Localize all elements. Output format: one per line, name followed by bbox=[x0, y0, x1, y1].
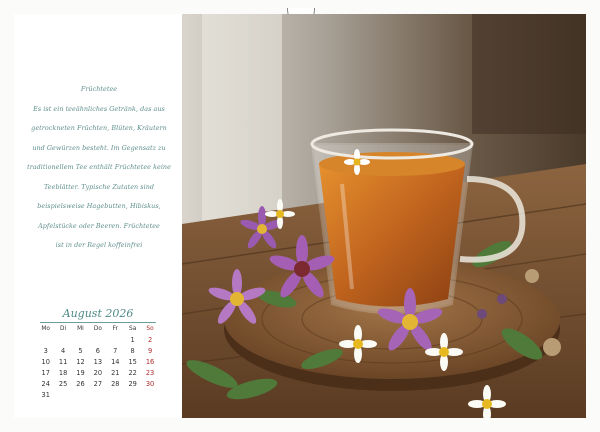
calendar-day: 25 bbox=[58, 380, 68, 388]
description-line: ist in der Regel koffeinfrei bbox=[55, 241, 143, 249]
calendar-day-sunday: 30 bbox=[145, 380, 155, 388]
calendar-week: 10 11 12 13 14 15 16 bbox=[37, 357, 159, 368]
description-title: Früchtetee bbox=[80, 85, 118, 93]
tea-photo-illustration bbox=[182, 14, 586, 418]
calendar-day: 31 bbox=[41, 391, 50, 399]
description-line: und Gewürzen besteht. Im Gegensatz zu bbox=[32, 143, 166, 152]
tea-photo bbox=[182, 14, 586, 418]
calendar-day bbox=[89, 390, 106, 401]
calendar-day: 6 bbox=[95, 347, 100, 355]
calendar-day bbox=[54, 335, 71, 346]
calendar-page: Früchtetee Es ist ein teeähnliches Geträ… bbox=[0, 0, 600, 432]
calendar-day: 14 bbox=[111, 358, 120, 366]
weekday-label: Do bbox=[93, 326, 102, 332]
calendar-week: 1 2 bbox=[37, 335, 159, 346]
calendar-day: 26 bbox=[76, 380, 85, 388]
description-text: Früchtetee Es ist ein teeähnliches Geträ… bbox=[24, 80, 174, 256]
description-line: traditionellem Tee enthält Früchtetee ke… bbox=[27, 163, 171, 171]
description-line: beispielsweise Hagebutten, Hibiskus, bbox=[37, 202, 161, 210]
calendar-day: 17 bbox=[41, 369, 50, 377]
calendar-month-title: August 2026 bbox=[62, 307, 134, 320]
calendar-day: 13 bbox=[93, 358, 103, 366]
calendar-day: 3 bbox=[43, 347, 48, 355]
description-line: getrockneten Früchten, Blüten, Kräutern bbox=[31, 124, 167, 132]
weekday-label: Fr bbox=[112, 326, 118, 332]
calendar-day: 8 bbox=[130, 347, 135, 355]
calendar-divider bbox=[40, 322, 156, 323]
weekday-label: Mo bbox=[41, 326, 50, 332]
calendar-grid: Mo Di Mi Do Fr Sa So 1 2 3 4 5 6 7 8 9 1… bbox=[37, 324, 159, 401]
calendar-day-sunday: 9 bbox=[147, 347, 153, 355]
calendar-day: 29 bbox=[128, 380, 137, 388]
calendar-day: 12 bbox=[76, 358, 85, 366]
calendar-day: 19 bbox=[76, 369, 85, 377]
calendar-day bbox=[37, 335, 54, 346]
calendar-day: 11 bbox=[58, 358, 68, 366]
calendar-day: 1 bbox=[130, 336, 135, 344]
calendar-week: 31 bbox=[37, 390, 159, 401]
calendar-day: 5 bbox=[78, 347, 83, 355]
calendar-day bbox=[124, 390, 141, 401]
calendar-week: 17 18 19 20 21 22 23 bbox=[37, 368, 159, 379]
calendar-day-sunday: 16 bbox=[145, 358, 155, 366]
calendar-day bbox=[72, 390, 89, 401]
calendar-day: 28 bbox=[111, 380, 120, 388]
calendar-day: 24 bbox=[41, 380, 50, 388]
calendar-day: 27 bbox=[93, 380, 103, 388]
calendar-day: 15 bbox=[128, 358, 137, 366]
calendar-day: 22 bbox=[128, 369, 137, 377]
calendar-day: 4 bbox=[60, 347, 66, 355]
calendar-day: 10 bbox=[41, 358, 50, 366]
calendar-week: 3 4 5 6 7 8 9 bbox=[37, 346, 159, 357]
weekday-label-sunday: So bbox=[146, 326, 154, 332]
calendar-day bbox=[107, 390, 124, 401]
calendar-day bbox=[72, 335, 89, 346]
calendar-day-sunday: 23 bbox=[145, 369, 155, 377]
calendar-day bbox=[107, 335, 124, 346]
calendar-weekday-header: Mo Di Mi Do Fr Sa So bbox=[37, 324, 159, 335]
calendar-day bbox=[54, 390, 71, 401]
description-line: Teeblätter. Typische Zutaten sind bbox=[43, 182, 154, 191]
calendar-day bbox=[89, 335, 106, 346]
description-line: Es ist ein teeähnliches Getränk, das aus bbox=[33, 104, 165, 113]
calendar-day: 21 bbox=[111, 369, 120, 377]
calendar-day: 20 bbox=[93, 369, 103, 377]
calendar-day-sunday bbox=[141, 390, 158, 401]
weekday-label: Sa bbox=[129, 326, 137, 332]
calendar-day-sunday: 2 bbox=[147, 336, 153, 344]
weekday-label: Mi bbox=[77, 326, 84, 332]
weekday-label: Di bbox=[60, 326, 67, 332]
calendar-week: 24 25 26 27 28 29 30 bbox=[37, 379, 159, 390]
description-line: Apfelstücke oder Beeren. Früchtetee bbox=[38, 221, 160, 230]
calendar-day: 7 bbox=[113, 347, 118, 355]
calendar-day: 18 bbox=[58, 369, 68, 377]
